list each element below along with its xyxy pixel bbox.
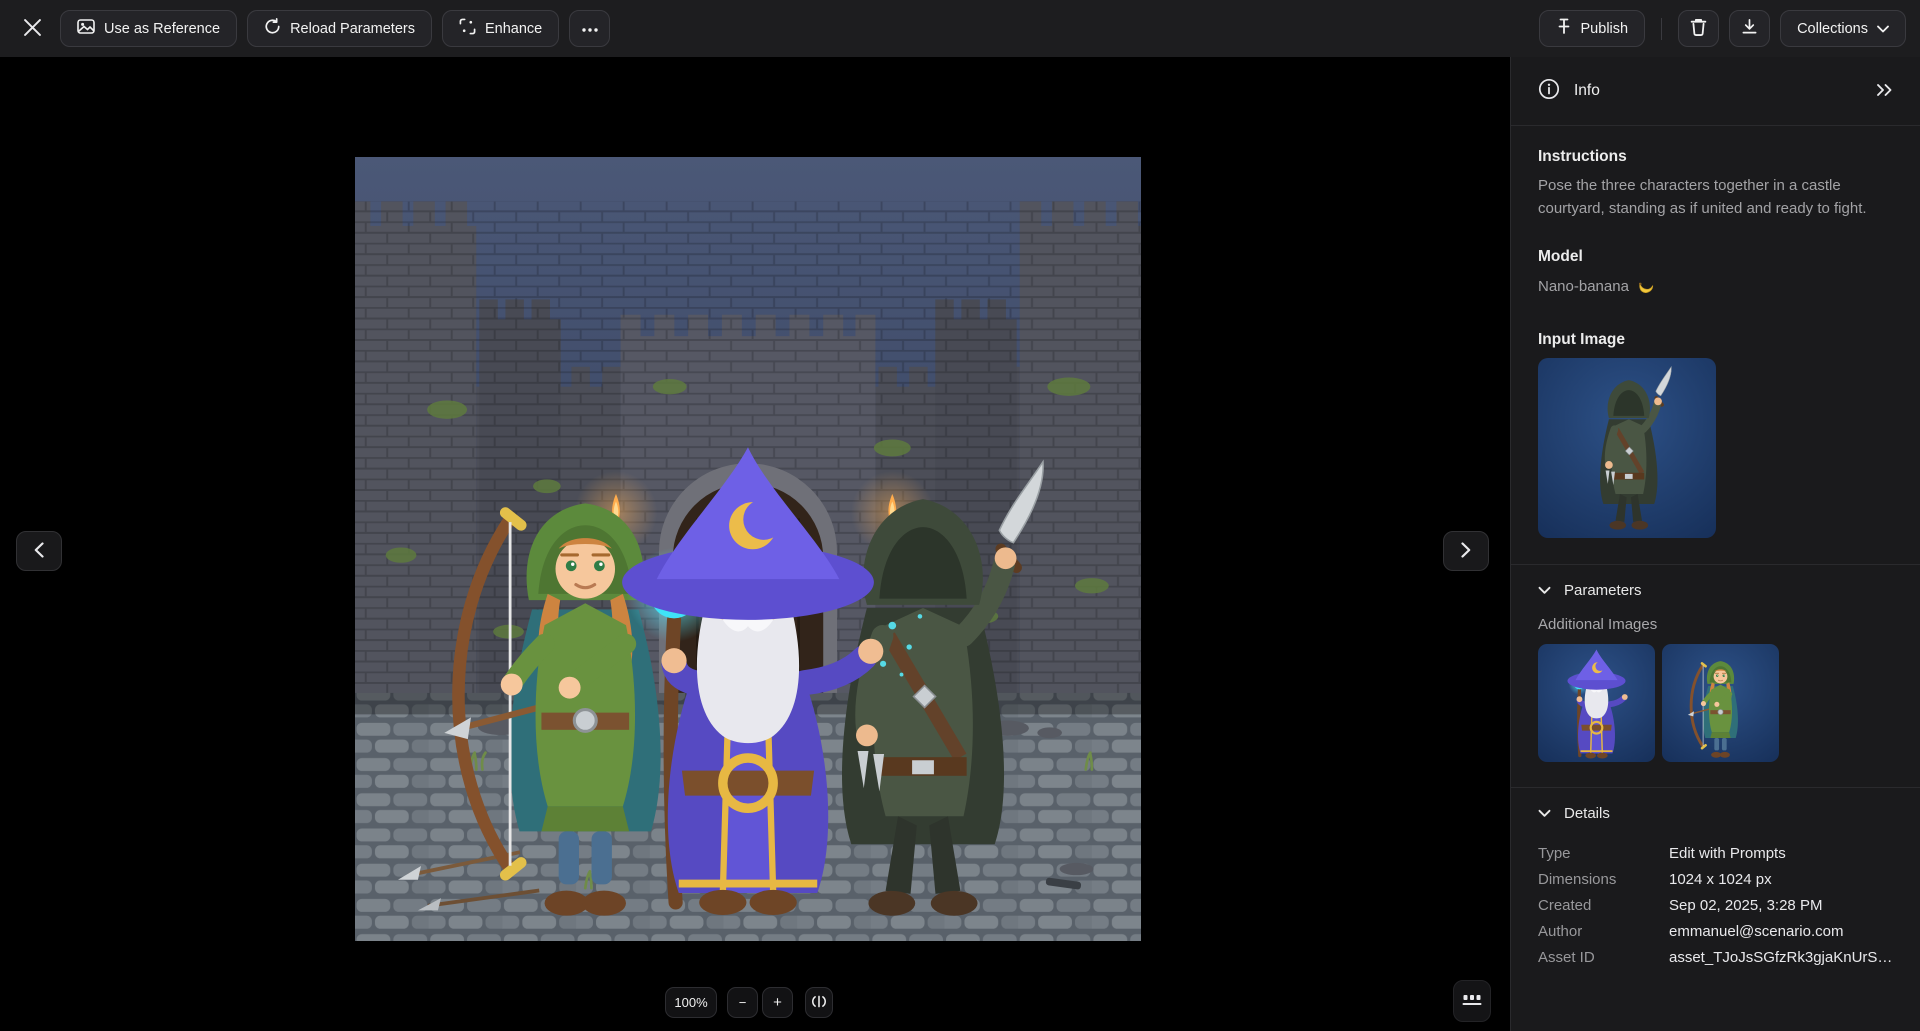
details-heading: Details bbox=[1564, 805, 1610, 822]
generated-image[interactable] bbox=[355, 157, 1141, 941]
info-icon bbox=[1538, 78, 1560, 104]
additional-image-wizard-thumbnail[interactable] bbox=[1538, 644, 1655, 762]
detail-row-dimensions: Dimensions 1024 x 1024 px bbox=[1538, 867, 1896, 893]
download-button[interactable] bbox=[1729, 10, 1770, 47]
details-section-header[interactable]: Details bbox=[1538, 788, 1896, 834]
delete-button[interactable] bbox=[1678, 10, 1719, 47]
previous-image-button[interactable] bbox=[16, 531, 62, 571]
instructions-heading: Instructions bbox=[1538, 148, 1896, 166]
detail-row-created: Created Sep 02, 2025, 3:28 PM bbox=[1538, 893, 1896, 919]
top-toolbar: Use as Reference Reload Parameters Enhan… bbox=[0, 0, 1920, 57]
collapse-panel-button[interactable] bbox=[1870, 77, 1898, 105]
parameters-section-header[interactable]: Parameters bbox=[1538, 565, 1896, 611]
chevron-down-icon bbox=[1538, 805, 1551, 822]
detail-row-type: Type Edit with Prompts bbox=[1538, 841, 1896, 867]
model-name: Nano-banana bbox=[1538, 278, 1629, 295]
fit-to-screen-button[interactable] bbox=[805, 987, 833, 1018]
zoom-out-button[interactable]: − bbox=[727, 987, 758, 1018]
filmstrip-icon bbox=[1462, 992, 1482, 1011]
detail-row-author: Author emmanuel@scenario.com bbox=[1538, 919, 1896, 945]
chevron-right-icon bbox=[1461, 542, 1471, 561]
collections-label: Collections bbox=[1797, 21, 1868, 37]
banana-icon bbox=[1637, 275, 1655, 297]
info-panel-header: Info bbox=[1511, 57, 1920, 126]
next-image-button[interactable] bbox=[1443, 531, 1489, 571]
reload-icon bbox=[264, 18, 281, 39]
image-icon bbox=[77, 18, 95, 39]
viewer-canvas: 100% − + bbox=[0, 57, 1510, 1031]
reload-parameters-label: Reload Parameters bbox=[290, 21, 415, 37]
fit-width-icon bbox=[812, 995, 826, 1011]
use-as-reference-button[interactable]: Use as Reference bbox=[60, 10, 237, 47]
download-icon bbox=[1741, 18, 1758, 39]
more-options-button[interactable] bbox=[569, 10, 610, 47]
toolbar-separator bbox=[1661, 18, 1662, 40]
instructions-text: Pose the three characters together in a … bbox=[1538, 175, 1896, 220]
close-button[interactable] bbox=[14, 11, 50, 47]
panel-title: Info bbox=[1574, 82, 1870, 100]
additional-images-label: Additional Images bbox=[1538, 616, 1896, 633]
double-chevron-right-icon bbox=[1876, 83, 1893, 100]
thumbnail-strip-toggle-button[interactable] bbox=[1453, 980, 1491, 1022]
detail-row-asset-id: Asset ID asset_TJoJsSGfzRk3gjaKnUrS… bbox=[1538, 945, 1896, 971]
pin-icon bbox=[1556, 18, 1572, 39]
ellipsis-icon bbox=[581, 21, 599, 37]
enhance-icon bbox=[459, 18, 476, 39]
close-icon bbox=[24, 19, 41, 39]
collections-button[interactable]: Collections bbox=[1780, 10, 1906, 47]
parameters-heading: Parameters bbox=[1564, 582, 1642, 599]
chevron-down-icon bbox=[1538, 582, 1551, 599]
additional-image-archer-thumbnail[interactable] bbox=[1662, 644, 1779, 762]
zoom-controls: 100% − + bbox=[665, 987, 833, 1018]
use-as-reference-label: Use as Reference bbox=[104, 21, 220, 37]
input-image-thumbnail[interactable] bbox=[1538, 358, 1716, 538]
input-image-heading: Input Image bbox=[1538, 331, 1896, 349]
model-heading: Model bbox=[1538, 248, 1896, 266]
zoom-level-button[interactable]: 100% bbox=[665, 987, 717, 1018]
chevron-left-icon bbox=[34, 542, 44, 561]
chevron-down-icon bbox=[1877, 21, 1889, 37]
info-panel: Info Instructions Pose the three charact… bbox=[1510, 57, 1920, 1031]
trash-icon bbox=[1690, 18, 1707, 40]
reload-parameters-button[interactable]: Reload Parameters bbox=[247, 10, 432, 47]
zoom-in-button[interactable]: + bbox=[762, 987, 793, 1018]
publish-label: Publish bbox=[1581, 21, 1629, 37]
enhance-label: Enhance bbox=[485, 21, 542, 37]
enhance-button[interactable]: Enhance bbox=[442, 10, 559, 47]
publish-button[interactable]: Publish bbox=[1539, 10, 1646, 47]
